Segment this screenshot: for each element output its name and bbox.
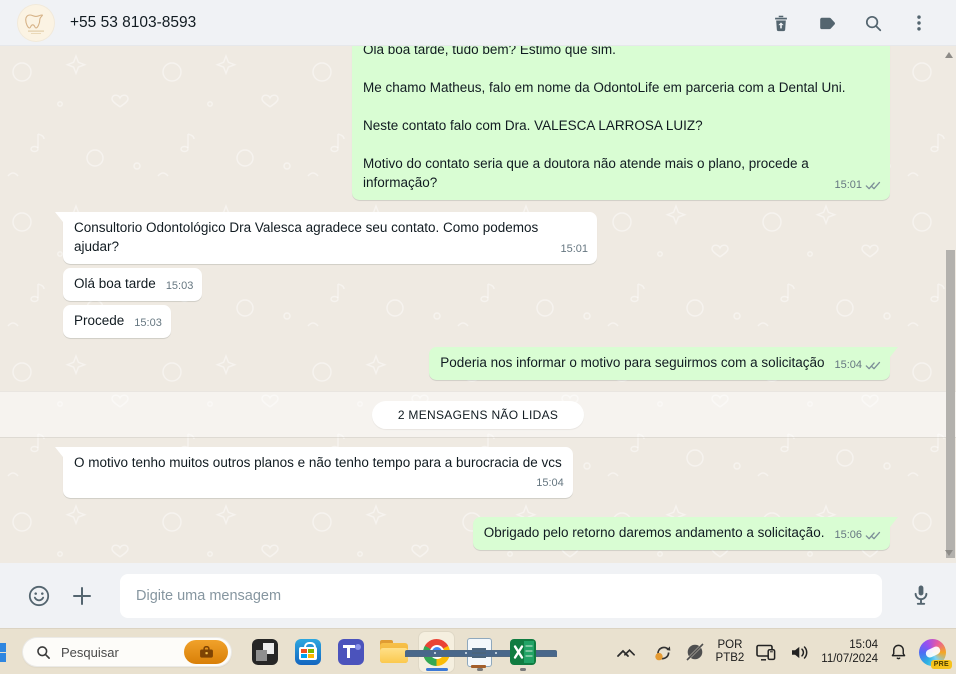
active-app-indicator	[425, 668, 448, 671]
scrollbar-down-arrow[interactable]	[945, 550, 953, 556]
running-app-indicator	[476, 668, 483, 671]
notepad-logo-icon	[405, 637, 557, 668]
copilot-preview-badge: PRE	[930, 659, 952, 669]
message-incoming-resposta[interactable]: O motivo tenho muitos outros planos e nã…	[55, 447, 573, 498]
message-time: 15:03	[165, 280, 194, 292]
scrollbar-up-arrow[interactable]	[945, 52, 953, 58]
message-outgoing-motivo[interactable]: Poderia nos informar o motivo para segui…	[429, 347, 898, 380]
excel-logo-icon	[509, 639, 536, 665]
message-meta: 15:06	[834, 526, 881, 545]
microsoft-store-icon[interactable]	[290, 632, 325, 672]
message-text: Olá boa tarde, tudo bem? Estimo que sim.	[363, 46, 616, 57]
message-text: Procede	[74, 313, 125, 328]
message-text: O motivo tenho muitos outros planos e nã…	[74, 455, 562, 470]
teams-logo-icon	[337, 639, 364, 665]
bubble-tail	[890, 347, 898, 357]
double-check-icon	[865, 361, 881, 370]
unread-messages-pill: 2 MENSAGENS NÃO LIDAS	[371, 400, 585, 429]
scrollbar-thumb[interactable]	[946, 250, 955, 558]
message-incoming-procede[interactable]: Procede 15:03	[63, 305, 171, 338]
message-incoming-ola[interactable]: Olá boa tarde 15:03	[63, 268, 203, 301]
label-icon[interactable]	[816, 12, 838, 34]
task-view-dark-app-icon[interactable]	[247, 632, 282, 672]
message-time: 15:01	[560, 243, 588, 255]
header-actions	[770, 12, 930, 34]
windows-taskbar: Pesquisar POR PTB2 15:04 11/07/2024 PRE	[0, 628, 956, 674]
message-text: Poderia nos informar o motivo para segui…	[440, 355, 825, 370]
search-icon	[37, 645, 50, 659]
hidden-icons-chevron[interactable]	[623, 647, 636, 657]
plus-icon[interactable]	[70, 584, 94, 608]
bubble-tail	[55, 212, 63, 222]
message-time: 15:06	[834, 529, 862, 541]
dental-logo-icon	[25, 13, 44, 34]
blocked-status-icon[interactable]	[685, 642, 705, 662]
notepad-icon[interactable]	[405, 632, 557, 672]
clock-date: 11/07/2024	[821, 653, 878, 665]
volume-icon[interactable]	[789, 643, 810, 662]
taskbar-search[interactable]: Pesquisar	[22, 637, 232, 667]
message-time: 15:04	[834, 359, 862, 371]
message-list: Olá boa tarde, tudo bem? Estimo que sim.…	[0, 46, 956, 550]
contact-phone-title[interactable]: +55 53 8103-8593	[70, 14, 770, 32]
briefcase-icon	[199, 645, 213, 658]
cast-icon[interactable]	[755, 642, 778, 663]
message-text: Consultorio Odontológico Dra Valesca agr…	[74, 220, 539, 254]
delete-icon[interactable]	[770, 12, 792, 34]
search-icon[interactable]	[862, 12, 884, 34]
message-input[interactable]	[120, 573, 882, 618]
start-button-partial[interactable]	[0, 643, 6, 662]
unread-messages-band: 2 MENSAGENS NÃO LIDAS	[0, 391, 956, 438]
teams-icon[interactable]	[333, 632, 368, 672]
microphone-icon[interactable]	[908, 582, 934, 610]
overlapping-squares-icon	[251, 639, 278, 665]
chat-header: +55 53 8103-8593	[0, 0, 956, 46]
bell-icon[interactable]	[889, 642, 908, 662]
message-meta: 15:04	[834, 356, 881, 375]
excel-icon[interactable]	[505, 632, 540, 672]
contact-avatar[interactable]	[17, 3, 55, 42]
message-time: 15:01	[834, 179, 862, 191]
bubble-tail	[890, 517, 898, 527]
message-text: Olá boa tarde	[74, 276, 156, 291]
language-indicator[interactable]: POR PTB2	[716, 639, 745, 665]
message-outgoing-intro[interactable]: Olá boa tarde, tudo bem? Estimo que sim.…	[352, 46, 890, 200]
folder-icon	[379, 640, 408, 664]
taskbar-clock[interactable]: 15:04 11/07/2024	[821, 638, 878, 666]
chat-panel: Olá boa tarde, tudo bem? Estimo que sim.…	[0, 46, 956, 563]
message-composer	[0, 563, 956, 628]
search-highlight-badge[interactable]	[184, 640, 228, 664]
double-check-icon	[865, 181, 881, 190]
clock-time: 15:04	[849, 639, 878, 651]
sync-icon[interactable]	[653, 642, 674, 663]
kebab-menu-icon[interactable]	[908, 12, 930, 34]
message-text: Motivo do contato seria que a doutora nã…	[363, 156, 809, 190]
double-check-icon	[865, 531, 881, 540]
message-incoming-greeting[interactable]: Consultorio Odontológico Dra Valesca agr…	[55, 212, 597, 264]
running-app-indicator	[519, 668, 526, 671]
emoji-icon[interactable]	[26, 583, 52, 609]
message-outgoing-obrigado[interactable]: Obrigado pelo retorno daremos andamento …	[472, 517, 898, 550]
language-line1: POR	[717, 639, 743, 651]
message-meta: 15:01	[834, 176, 881, 195]
whatsapp-desktop-screen: +55 53 8103-8593 Olá boa tarde, tudo bem…	[0, 0, 956, 674]
message-text: Me chamo Matheus, falo em nome da Odonto…	[363, 80, 846, 95]
message-text: Obrigado pelo retorno daremos andamento …	[483, 525, 825, 540]
system-tray: POR PTB2 15:04 11/07/2024 PRE	[623, 629, 956, 674]
bubble-tail	[55, 447, 63, 457]
search-placeholder-text: Pesquisar	[61, 644, 119, 660]
copilot-icon[interactable]: PRE	[919, 638, 952, 669]
taskbar-app-icons	[247, 632, 557, 672]
language-line2: PTB2	[715, 652, 745, 664]
message-time: 15:04	[536, 477, 564, 489]
store-bag-icon	[294, 639, 321, 665]
message-time: 15:03	[134, 317, 162, 329]
message-text: Neste contato falo com Dra. VALESCA LARR…	[363, 118, 703, 133]
